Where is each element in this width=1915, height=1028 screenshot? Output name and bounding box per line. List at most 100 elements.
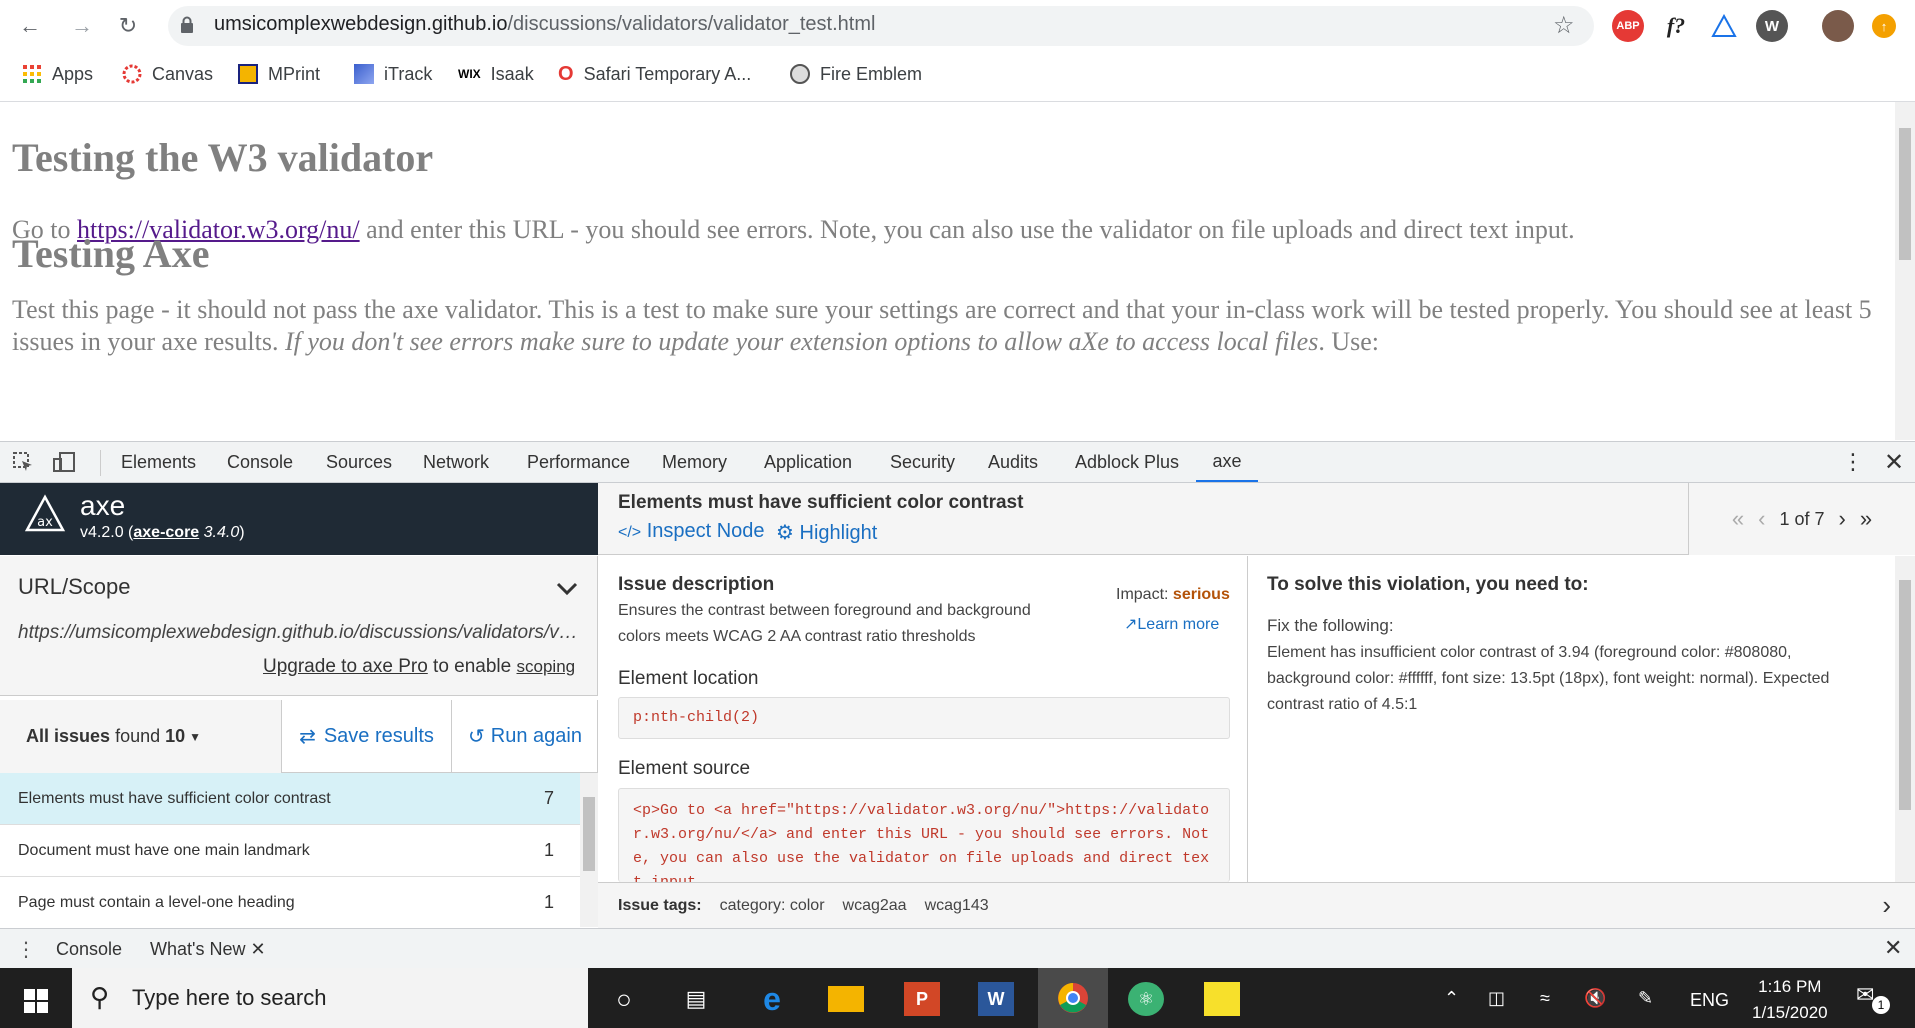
powerpoint-icon[interactable]: P	[904, 982, 940, 1016]
tray-chevron-icon[interactable]: ⌃	[1444, 988, 1459, 1009]
language-indicator[interactable]: ENG	[1690, 990, 1729, 1011]
tab-sources[interactable]: Sources	[326, 442, 392, 482]
issue-item-level-one-heading[interactable]: Page must contain a level-one heading 1	[0, 877, 580, 927]
close-devtools-icon[interactable]: ✕	[1884, 442, 1904, 482]
tab-audits[interactable]: Audits	[988, 442, 1038, 482]
tab-performance[interactable]: Performance	[527, 442, 630, 482]
update-icon[interactable]: ↑	[1872, 14, 1896, 38]
upgrade-link[interactable]: Upgrade to axe Pro	[263, 656, 428, 677]
first-page-icon[interactable]: «	[1732, 506, 1744, 532]
bookmark-safari-temporary[interactable]: O Safari Temporary A...	[558, 56, 751, 92]
clock[interactable]: 1:16 PM 1/15/2020	[1752, 974, 1828, 1026]
devtools-tabbar: Elements Console Sources Network Perform…	[0, 441, 1915, 483]
close-icon[interactable]: ✕	[250, 939, 265, 959]
tab-adblock-plus[interactable]: Adblock Plus	[1075, 442, 1179, 482]
cortana-icon[interactable]: ○	[606, 982, 642, 1016]
notifications-icon[interactable]: ✉ 1	[1856, 982, 1890, 1014]
web-page: Testing the W3 validator Go to https://v…	[0, 102, 1895, 440]
tab-application[interactable]: Application	[764, 442, 852, 482]
tab-security[interactable]: Security	[890, 442, 955, 482]
bookmark-isaak[interactable]: WIX Isaak	[458, 56, 534, 92]
windows-start-icon[interactable]	[18, 984, 54, 1018]
bookmark-label: MPrint	[268, 63, 321, 84]
wappalyzer-extension-icon[interactable]: W	[1756, 10, 1788, 42]
wifi-icon[interactable]: ≈	[1540, 988, 1550, 1009]
scoping-link[interactable]: scoping	[517, 657, 576, 676]
save-results-button[interactable]: ⇄ Save results	[282, 700, 452, 773]
tab-axe[interactable]: axe	[1196, 442, 1258, 482]
highlight-button[interactable]: ⚙ Highlight	[776, 520, 877, 545]
page-paragraph-1: Go to https://validator.w3.org/nu/ and e…	[12, 214, 1575, 246]
bookmark-label: Safari Temporary A...	[583, 63, 752, 84]
atom-icon[interactable]: ⚛	[1128, 982, 1164, 1016]
issue-item-main-landmark[interactable]: Document must have one main landmark 1	[0, 825, 580, 877]
element-location-label: Element location	[618, 668, 759, 689]
whatfont-extension-icon[interactable]: f?	[1660, 10, 1692, 42]
axe-logo-icon: ax	[24, 494, 66, 536]
tab-elements[interactable]: Elements	[121, 442, 196, 482]
word-icon[interactable]: W	[978, 982, 1014, 1016]
reload-icon[interactable]: ↻	[112, 10, 144, 42]
pen-icon[interactable]: ✎	[1638, 988, 1653, 1009]
learn-more-link[interactable]: ↗Learn more	[1124, 614, 1219, 634]
tab-network[interactable]: Network	[423, 442, 489, 482]
chrome-taskbar-active[interactable]	[1038, 968, 1108, 1028]
issues-filter-dropdown[interactable]: All issues found 10 ▼	[0, 700, 282, 773]
found-label: found	[115, 726, 161, 746]
solve-title: To solve this violation, you need to:	[1267, 574, 1589, 595]
page-scrollbar-thumb[interactable]	[1899, 128, 1911, 260]
inspect-element-icon[interactable]	[12, 442, 34, 482]
issue-item-color-contrast[interactable]: Elements must have sufficient color cont…	[0, 773, 580, 825]
search-icon: ⚲	[90, 982, 110, 1012]
close-drawer-icon[interactable]: ✕	[1884, 935, 1902, 961]
volume-muted-icon[interactable]: 🔇	[1584, 988, 1606, 1009]
exchange-icon: ⇄	[299, 726, 316, 748]
page-paragraph-2: Test this page - it should not pass the …	[12, 294, 1892, 358]
drawer-tab-whats-new[interactable]: What's New ✕	[150, 939, 266, 960]
profile-avatar[interactable]	[1822, 10, 1854, 42]
next-page-icon[interactable]: ›	[1839, 506, 1846, 532]
axe-core-link[interactable]: axe-core	[133, 524, 199, 541]
scrollbar-thumb[interactable]	[583, 797, 595, 871]
issue-list-scrollbar[interactable]	[580, 773, 598, 927]
more-options-icon[interactable]: ⋮	[1842, 442, 1864, 482]
external-link-icon: ↗	[1124, 616, 1138, 633]
tab-console[interactable]: Console	[227, 442, 293, 482]
device-toolbar-icon[interactable]	[52, 442, 76, 482]
bookmark-fire-emblem[interactable]: Fire Emblem	[790, 56, 922, 92]
element-source-code[interactable]: <p>Go to <a href="https://validator.w3.o…	[618, 788, 1230, 882]
bookmark-itrack[interactable]: iTrack	[354, 56, 432, 92]
drawer-menu-icon[interactable]: ⋮	[16, 937, 36, 962]
run-label: Run again	[490, 725, 582, 747]
forward-icon[interactable]: →	[66, 10, 98, 42]
chevron-down-icon[interactable]	[556, 576, 578, 602]
notification-count: 1	[1872, 996, 1890, 1014]
back-icon[interactable]: ←	[14, 10, 46, 42]
run-again-button[interactable]: ↺ Run again	[452, 700, 598, 773]
last-page-icon[interactable]: »	[1860, 506, 1872, 532]
found-count: 10	[165, 726, 186, 746]
url-host: umsicomplexwebdesign.github.io	[214, 13, 508, 35]
fire-emblem-icon	[790, 64, 810, 84]
detail-scrollbar-thumb[interactable]	[1899, 580, 1911, 810]
bookmark-canvas[interactable]: Canvas	[122, 56, 213, 92]
file-explorer-icon[interactable]	[828, 986, 864, 1012]
bookmark-apps[interactable]: Apps	[22, 56, 93, 92]
bookmark-star-icon[interactable]: ☆	[1553, 11, 1575, 40]
chevron-right-icon[interactable]: ›	[1882, 890, 1891, 921]
taskbar-search-box[interactable]: Type here to search	[72, 968, 588, 1028]
sticky-notes-icon[interactable]	[1204, 982, 1240, 1016]
previous-page-icon[interactable]: ‹	[1758, 506, 1765, 532]
edge-icon[interactable]: e	[754, 981, 790, 1017]
battery-icon[interactable]: ◫	[1488, 988, 1505, 1009]
axe-extension-icon[interactable]	[1708, 10, 1740, 42]
tab-memory[interactable]: Memory	[662, 442, 727, 482]
drawer-tab-console[interactable]: Console	[56, 939, 122, 960]
bookmark-mprint[interactable]: MPrint	[238, 56, 320, 92]
adblock-extension-icon[interactable]: ABP	[1612, 10, 1644, 42]
save-label: Save results	[323, 725, 434, 747]
inspect-node-button[interactable]: </> Inspect Node	[618, 520, 765, 543]
element-location-code[interactable]: p:nth-child(2)	[618, 697, 1230, 739]
task-view-icon[interactable]: ▤	[678, 982, 714, 1016]
url-text[interactable]: umsicomplexwebdesign.github.io/discussio…	[214, 13, 875, 36]
